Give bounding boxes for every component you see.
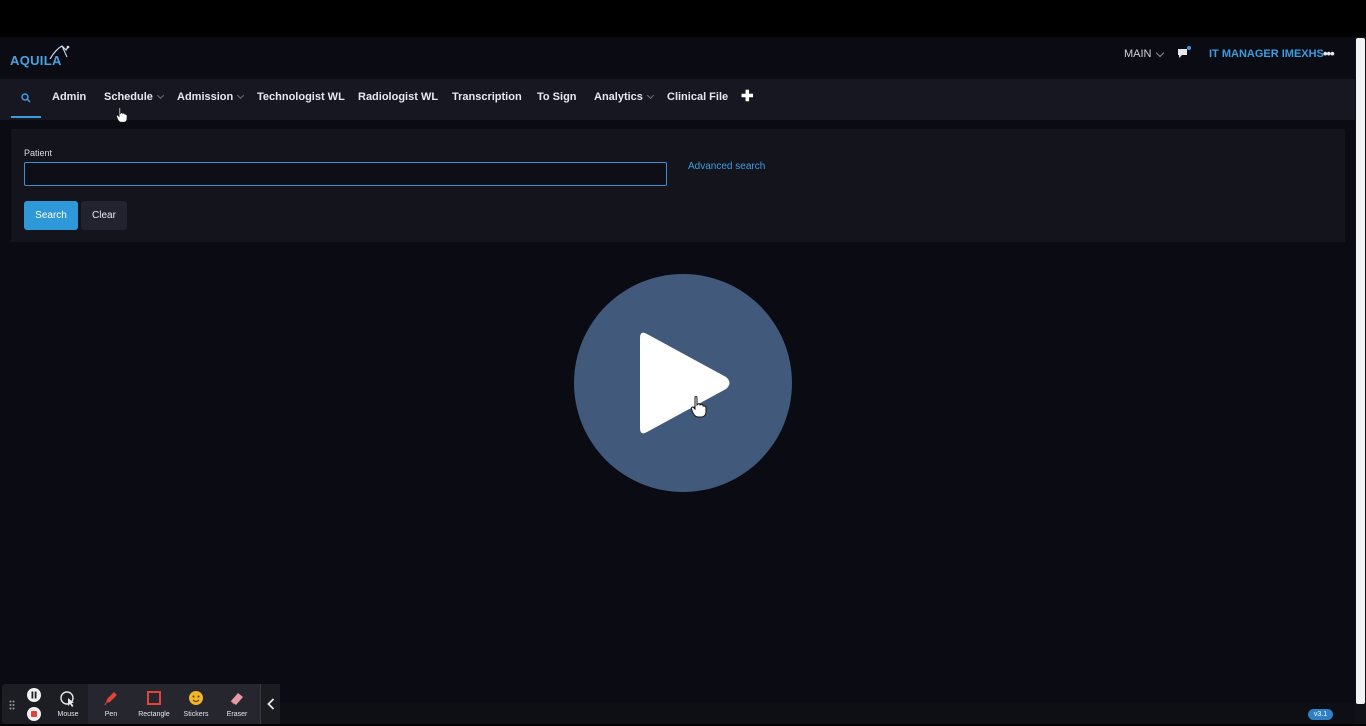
nav-item-schedule[interactable]: Schedule bbox=[104, 91, 164, 103]
chevron-down-icon bbox=[237, 91, 245, 100]
collapse-toolbar-button[interactable] bbox=[260, 684, 280, 724]
scrollbar-thumb[interactable] bbox=[1356, 38, 1365, 704]
video-play-button[interactable] bbox=[574, 274, 792, 492]
hand-cursor-icon bbox=[691, 396, 707, 418]
more-options-icon[interactable]: ••• bbox=[1323, 46, 1335, 61]
nav-item-admission[interactable]: Admission bbox=[177, 91, 245, 103]
add-tab-icon[interactable]: ✚ bbox=[741, 87, 754, 105]
stop-icon bbox=[31, 711, 37, 717]
pen-tool[interactable]: Pen bbox=[90, 684, 132, 724]
nav-item-analytics[interactable]: Analytics bbox=[594, 91, 654, 103]
nav-item-label: Schedule bbox=[104, 91, 153, 103]
tool-label: Pen bbox=[104, 711, 118, 718]
rectangle-icon bbox=[147, 691, 161, 705]
chevron-left-icon bbox=[267, 698, 275, 710]
patient-label: Patient bbox=[24, 148, 53, 158]
nav-search-tab[interactable] bbox=[11, 79, 41, 118]
nav-item-clinical-file[interactable]: Clinical File bbox=[667, 91, 728, 103]
nav-item-admin[interactable]: Admin bbox=[52, 91, 86, 103]
nav-item-technologist-wl[interactable]: Technologist WL bbox=[257, 91, 345, 103]
clear-button[interactable]: Clear bbox=[81, 201, 127, 230]
tool-label: Rectangle bbox=[138, 711, 170, 718]
logo-star-icon bbox=[49, 45, 70, 60]
context-select-value: MAIN bbox=[1124, 48, 1152, 60]
sticker-icon bbox=[189, 691, 203, 705]
nav-item-to-sign[interactable]: To Sign bbox=[537, 91, 577, 103]
version-badge: v3.1 bbox=[1308, 709, 1333, 720]
pen-icon bbox=[104, 692, 117, 706]
aquila-logo[interactable]: AQUILA bbox=[10, 43, 72, 73]
pause-recording-button[interactable] bbox=[27, 688, 41, 702]
tool-label: Mouse bbox=[57, 711, 79, 718]
search-icon bbox=[21, 93, 31, 103]
nav-item-label: Admission bbox=[177, 91, 234, 103]
mouse-tool[interactable]: Mouse bbox=[48, 684, 88, 724]
patient-search-panel: Patient Advanced search Search Clear bbox=[11, 129, 1345, 242]
nav-item-radiologist-wl[interactable]: Radiologist WL bbox=[358, 91, 438, 103]
advanced-search-link[interactable]: Advanced search bbox=[688, 161, 765, 172]
hand-cursor-icon bbox=[116, 107, 128, 123]
nav-item-label: Admin bbox=[52, 91, 87, 103]
nav-item-label: Transcription bbox=[452, 91, 522, 103]
nav-item-label: Technologist WL bbox=[257, 91, 345, 103]
chat-bubble-icon[interactable] bbox=[1177, 46, 1191, 65]
nav-item-label: Analytics bbox=[594, 91, 643, 103]
eraser-icon bbox=[230, 693, 243, 705]
pause-icon bbox=[31, 691, 37, 699]
tool-label: Stickers bbox=[183, 711, 209, 718]
top-header: AQUILA MAIN IT MANAGER IMEXHS ••• bbox=[0, 37, 1355, 79]
stickers-tool[interactable]: Stickers bbox=[176, 684, 216, 724]
user-menu[interactable]: IT MANAGER IMEXHS bbox=[1209, 48, 1324, 60]
tool-label: Eraser bbox=[226, 711, 248, 718]
nav-item-label: Clinical File bbox=[667, 91, 729, 103]
search-button[interactable]: Search bbox=[24, 201, 78, 230]
recorder-toolbar: Mouse Pen Rectangle Stickers Eraser bbox=[2, 684, 280, 724]
main-nav: Admin Schedule Admission Technologist WL… bbox=[0, 79, 1355, 120]
chevron-down-icon bbox=[156, 91, 164, 100]
chevron-down-icon bbox=[646, 91, 654, 100]
eraser-tool[interactable]: Eraser bbox=[216, 684, 258, 724]
nav-item-label: To Sign bbox=[537, 91, 577, 103]
drag-handle-icon[interactable] bbox=[9, 700, 15, 710]
patient-input[interactable] bbox=[24, 162, 667, 186]
nav-item-transcription[interactable]: Transcription bbox=[452, 91, 522, 103]
chevron-down-icon bbox=[1155, 48, 1164, 57]
mouse-icon bbox=[60, 691, 74, 707]
play-icon bbox=[640, 332, 730, 434]
rectangle-tool[interactable]: Rectangle bbox=[132, 684, 176, 724]
nav-item-label: Radiologist WL bbox=[358, 91, 439, 103]
stop-recording-button[interactable] bbox=[27, 707, 41, 721]
context-select[interactable]: MAIN bbox=[1124, 48, 1164, 60]
